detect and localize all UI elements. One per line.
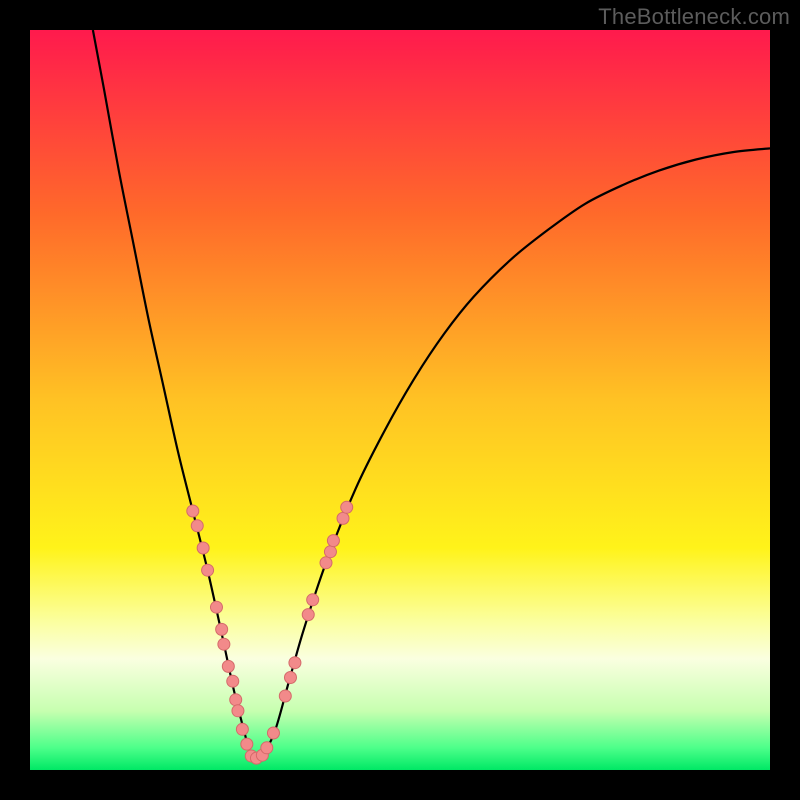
marker-dot (197, 542, 209, 554)
marker-dot (324, 546, 336, 558)
marker-dot (210, 601, 222, 613)
marker-dot (284, 672, 296, 684)
marker-dot (202, 564, 214, 576)
marker-dot (289, 657, 301, 669)
marker-dot (241, 738, 253, 750)
marker-dot (227, 675, 239, 687)
marker-dot (216, 623, 228, 635)
marker-dot (218, 638, 230, 650)
plot-area (30, 30, 770, 770)
marker-dot (232, 705, 244, 717)
marker-dot (327, 535, 339, 547)
watermark-text: TheBottleneck.com (598, 4, 790, 30)
marker-dot (302, 609, 314, 621)
marker-dot (267, 727, 279, 739)
marker-dot (261, 742, 273, 754)
marker-dot (191, 520, 203, 532)
bottleneck-curve (93, 30, 770, 762)
marker-dot (307, 594, 319, 606)
marker-dot (230, 694, 242, 706)
marker-dot (279, 690, 291, 702)
chart-stage: TheBottleneck.com (0, 0, 800, 800)
marker-dot (187, 505, 199, 517)
marker-dot (222, 660, 234, 672)
marker-dot (341, 501, 353, 513)
marker-dot (320, 557, 332, 569)
curve-markers (187, 501, 353, 764)
curve-layer (30, 30, 770, 770)
marker-dot (337, 512, 349, 524)
marker-dot (236, 723, 248, 735)
